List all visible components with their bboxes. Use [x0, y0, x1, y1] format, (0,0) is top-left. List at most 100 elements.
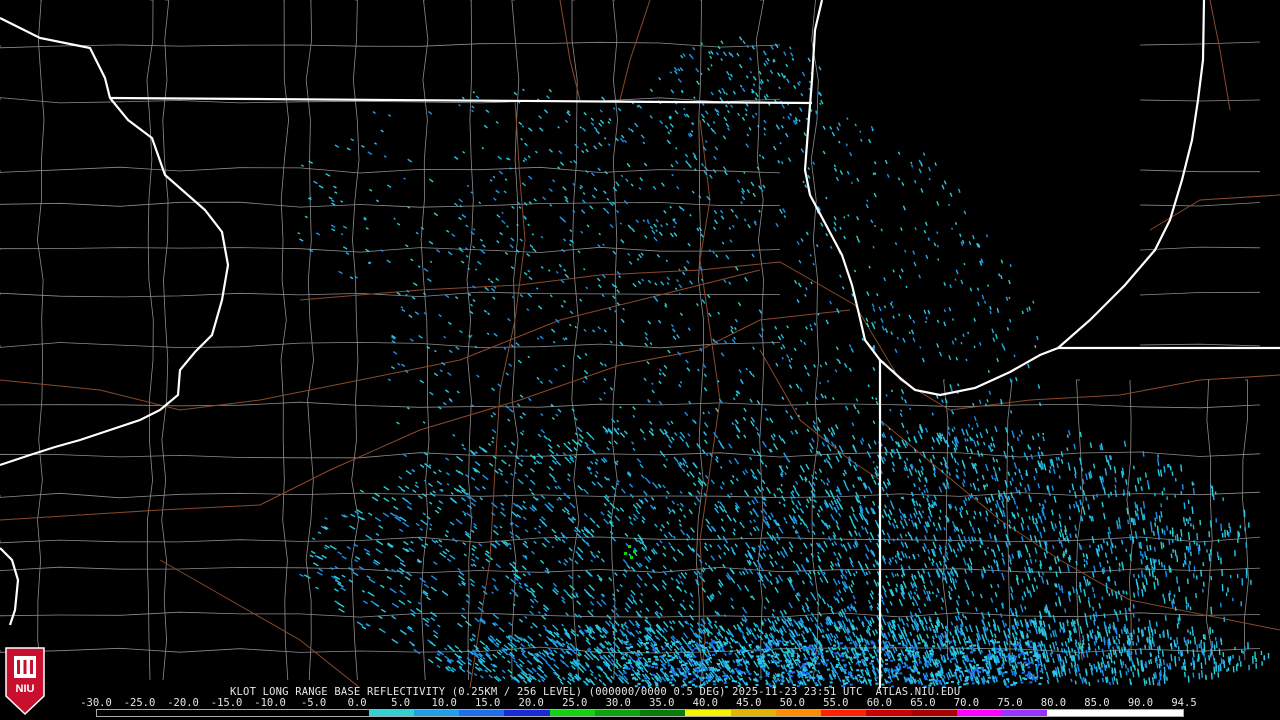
echo-speckle: [1177, 646, 1180, 652]
echo-speckle: [1158, 679, 1161, 686]
echo-speckle: [1150, 643, 1153, 650]
echo-speckle: [470, 334, 473, 337]
echo-speckle: [1180, 529, 1183, 537]
echo-speckle: [1069, 533, 1072, 538]
echo-speckle: [1106, 632, 1109, 637]
echo-speckle: [965, 358, 968, 362]
echo-speckle: [954, 278, 957, 281]
echo-speckle: [900, 496, 904, 500]
echo-speckle: [1101, 596, 1104, 600]
echo-speckle: [1151, 565, 1154, 569]
echo-speckle: [900, 409, 903, 412]
echo-speckle: [1193, 566, 1196, 572]
echo-speckle: [896, 336, 899, 340]
echo-speckle: [1147, 626, 1150, 633]
echo-speckle: [866, 199, 869, 203]
echo-speckle: [1145, 555, 1148, 561]
echo-speckle: [1124, 663, 1127, 669]
echo-speckle: [1152, 567, 1155, 573]
echo-speckle: [1149, 652, 1152, 657]
echo-speckle: [817, 313, 820, 316]
echo-speckle: [1220, 557, 1222, 565]
echo-speckle: [1213, 658, 1216, 665]
echo-speckle: [973, 345, 976, 349]
echo-speckle: [1156, 578, 1159, 586]
echo-speckle: [977, 487, 980, 492]
echo-speckle: [1168, 565, 1171, 573]
echo-speckle: [1016, 641, 1019, 645]
echo-speckle: [678, 292, 682, 296]
echo-speckle: [873, 224, 877, 228]
echo-speckle: [1130, 666, 1133, 672]
echo-speckle: [1127, 667, 1130, 673]
echo-speckle: [951, 318, 955, 321]
echo-speckle: [976, 497, 979, 501]
echo-speckle: [1187, 639, 1190, 644]
echo-speckle: [948, 203, 951, 207]
echo-speckle: [1149, 639, 1152, 644]
echo-speckle: [1130, 650, 1133, 655]
echo-speckle: [1142, 582, 1145, 589]
echo-speckle: [1145, 661, 1148, 669]
echo-speckle: [1155, 511, 1158, 520]
echo-speckle: [1044, 499, 1047, 504]
echo-speckle: [987, 284, 990, 287]
echo-speckle: [908, 331, 911, 334]
echo-speckle: [925, 316, 928, 320]
echo-speckle: [790, 357, 793, 361]
echo-speckle: [922, 495, 925, 499]
echo-speckle: [1139, 550, 1142, 557]
echo-speckle: [1142, 450, 1145, 457]
echo-speckle: [1223, 660, 1226, 669]
echo-speckle: [1149, 658, 1153, 665]
echo-speckle: [951, 566, 954, 570]
echo-speckle: [1162, 542, 1165, 548]
echo-speckle: [1040, 466, 1043, 471]
echo-speckle: [1140, 649, 1143, 653]
echo-speckle: [1104, 625, 1107, 631]
echo-speckle: [1017, 648, 1020, 652]
echo-speckle: [1034, 344, 1037, 349]
echo-speckle: [1126, 635, 1130, 641]
echo-speckle: [1153, 546, 1156, 552]
echo-speckle: [1091, 629, 1094, 634]
echo-speckle: [1121, 539, 1124, 545]
echo-speckle: [1145, 680, 1148, 684]
echo-speckle: [1137, 668, 1140, 675]
echo-speckle: [1032, 300, 1035, 304]
echo-speckle: [847, 214, 850, 217]
echo-speckle: [779, 142, 782, 145]
echo-speckle: [941, 433, 944, 437]
echo-speckle: [1092, 606, 1095, 611]
echo-speckle: [1128, 491, 1131, 497]
echo-speckle: [935, 594, 938, 598]
echo-speckle: [1073, 656, 1076, 661]
echo-speckle: [1125, 629, 1128, 635]
echo-speckle: [1169, 662, 1172, 670]
echo-speckle: [1082, 552, 1085, 558]
echo-speckle: [942, 569, 945, 572]
echo-speckle: [1154, 517, 1157, 522]
echo-speckle: [800, 551, 803, 555]
echo-speckle: [1191, 506, 1194, 514]
echo-speckle: [1038, 402, 1042, 407]
echo-speckle: [1129, 633, 1132, 637]
echo-speckle: [583, 268, 586, 271]
echo-speckle: [1080, 467, 1084, 472]
echo-speckle: [957, 383, 960, 387]
echo-speckle: [1081, 649, 1084, 654]
echo-speckle: [825, 196, 828, 200]
echo-speckle: [1098, 632, 1101, 637]
echo-speckle: [1015, 632, 1018, 636]
echo-speckle: [875, 397, 878, 401]
echo-speckle: [1068, 504, 1072, 509]
echo-speckle: [1134, 649, 1137, 655]
echo-speckle: [1160, 561, 1163, 568]
echo-speckle: [1158, 645, 1161, 651]
echo-speckle: [983, 300, 987, 304]
echo-speckle: [1138, 618, 1140, 622]
echo-speckle: [1160, 511, 1163, 518]
echo-speckle: [565, 536, 568, 540]
echo-speckle: [1156, 525, 1159, 530]
echo-speckle: [745, 367, 748, 371]
